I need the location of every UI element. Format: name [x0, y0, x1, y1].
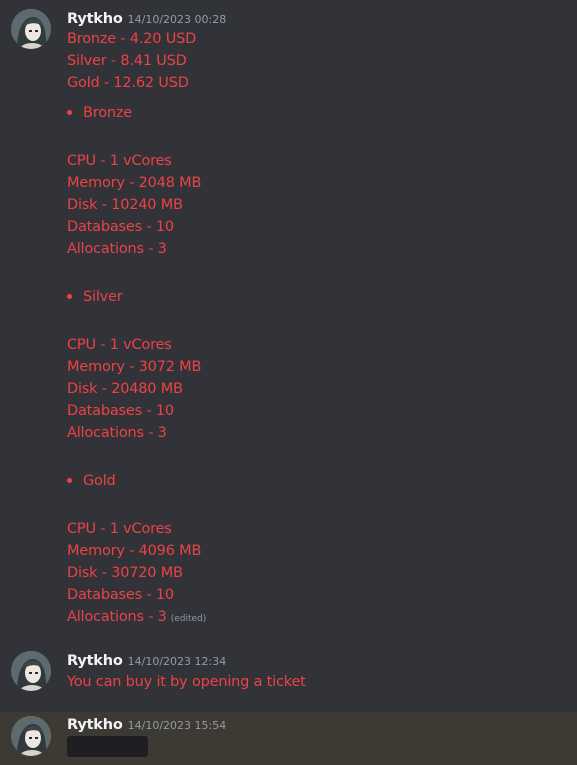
bullet-point	[67, 294, 72, 299]
spec-line: Disk - 10240 MB	[67, 197, 183, 213]
tier-heading: Gold	[83, 473, 116, 489]
spec-line: Memory - 4096 MB	[67, 543, 202, 559]
edited-label: (edited)	[170, 614, 207, 624]
timestamp[interactable]: 14/10/2023 00:28	[128, 13, 227, 26]
bullet-point	[67, 478, 72, 483]
tier-heading: Silver	[83, 289, 123, 305]
spec-text: Allocations - 3	[67, 609, 167, 625]
spec-line: Databases - 10	[67, 219, 174, 235]
spec-line: CPU - 1 vCores	[67, 521, 172, 537]
timestamp[interactable]: 14/10/2023 12:34	[128, 655, 227, 668]
message-header: Rytkho 14/10/2023 12:34	[67, 650, 226, 670]
spec-line: Memory - 2048 MB	[67, 175, 202, 191]
spec-line-last: Allocations - 3 (edited)	[67, 606, 206, 630]
spec-line: CPU - 1 vCores	[67, 153, 172, 169]
tier-heading: Bronze	[83, 105, 132, 121]
author-name[interactable]: Rytkho	[67, 717, 123, 733]
spec-line: Memory - 3072 MB	[67, 359, 202, 375]
spec-line: Disk - 20480 MB	[67, 381, 183, 397]
message-text: You can buy it by opening a ticket	[67, 674, 306, 690]
message-header: Rytkho 14/10/2023 15:54	[67, 714, 226, 734]
spec-line: Allocations - 3	[67, 425, 167, 441]
anime-girl-avatar-icon	[11, 716, 51, 756]
avatar[interactable]	[11, 651, 51, 691]
price-line: Silver - 8.41 USD	[67, 53, 187, 69]
spec-line: Disk - 30720 MB	[67, 565, 183, 581]
bullet-point	[67, 110, 72, 115]
spec-line: Allocations - 3	[67, 241, 167, 257]
author-name[interactable]: Rytkho	[67, 653, 123, 669]
spec-line: CPU - 1 vCores	[67, 337, 172, 353]
spec-line: Databases - 10	[67, 587, 174, 603]
avatar[interactable]	[11, 9, 51, 49]
spoiler-block[interactable]	[67, 736, 148, 757]
author-name[interactable]: Rytkho	[67, 11, 123, 27]
anime-girl-avatar-icon	[11, 9, 51, 49]
anime-girl-avatar-icon	[11, 651, 51, 691]
avatar[interactable]	[11, 716, 51, 756]
message-header: Rytkho 14/10/2023 00:28	[67, 8, 226, 28]
spec-line: Databases - 10	[67, 403, 174, 419]
timestamp[interactable]: 14/10/2023 15:54	[128, 719, 227, 732]
price-line: Gold - 12.62 USD	[67, 75, 189, 91]
price-line: Bronze - 4.20 USD	[67, 31, 197, 47]
